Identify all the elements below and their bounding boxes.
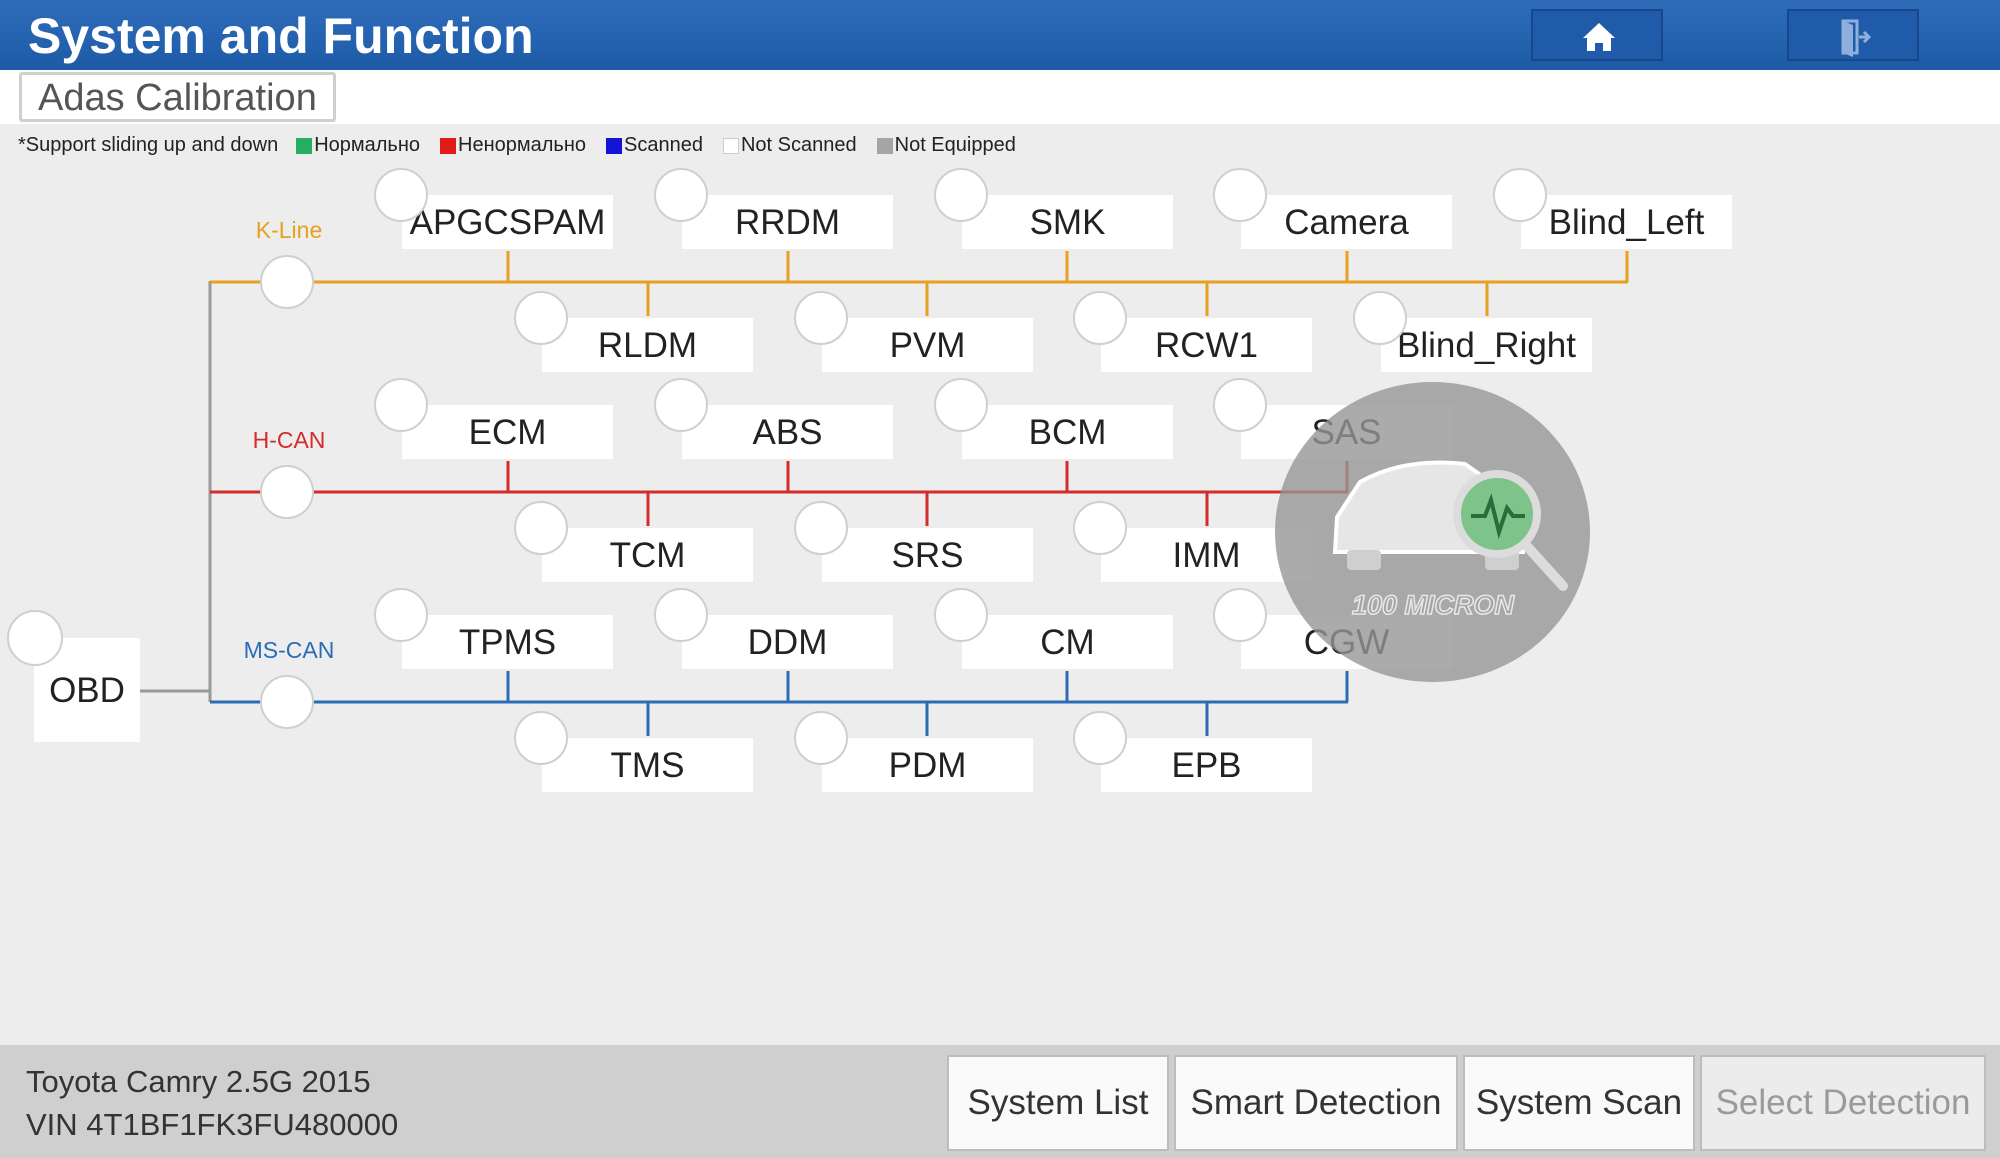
status-circle-pvm [794,291,848,345]
status-circle-rrdm [654,168,708,222]
module-ddm[interactable]: DDM [682,615,893,669]
topology-diagram: K-Line H-CAN MS-CAN OBD APGCSPAM RRDM SM… [0,0,2000,1045]
footer-bar: Toyota Camry 2.5G 2015 VIN 4T1BF1FK3FU48… [0,1045,2000,1158]
status-circle-sas [1213,378,1267,432]
status-circle-cm [934,588,988,642]
status-circle-apgcspam [374,168,428,222]
module-rldm[interactable]: RLDM [542,318,753,372]
module-cm[interactable]: CM [962,615,1173,669]
vehicle-info: Toyota Camry 2.5G 2015 VIN 4T1BF1FK3FU48… [26,1060,398,1146]
status-circle-camera [1213,168,1267,222]
status-circle-epb [1073,711,1127,765]
module-pvm[interactable]: PVM [822,318,1033,372]
watermark-overlay: 100 MICRON [1275,382,1590,682]
module-rcw1[interactable]: RCW1 [1101,318,1312,372]
system-scan-button[interactable]: System Scan [1463,1055,1695,1151]
bus-node-hcan[interactable] [260,465,314,519]
module-pdm[interactable]: PDM [822,738,1033,792]
bus-label-mscan: MS-CAN [243,637,335,663]
module-ecm[interactable]: ECM [402,405,613,459]
status-circle-ddm [654,588,708,642]
system-list-button[interactable]: System List [947,1055,1169,1151]
module-epb[interactable]: EPB [1101,738,1312,792]
module-smk[interactable]: SMK [962,195,1173,249]
module-blind-right[interactable]: Blind_Right [1381,318,1592,372]
module-rrdm[interactable]: RRDM [682,195,893,249]
obd-status-circle [7,610,63,666]
module-camera[interactable]: Camera [1241,195,1452,249]
status-circle-imm [1073,501,1127,555]
module-tms[interactable]: TMS [542,738,753,792]
bus-label-hcan: H-CAN [252,427,326,453]
vehicle-model: Toyota Camry 2.5G 2015 [26,1064,371,1099]
module-srs[interactable]: SRS [822,528,1033,582]
bus-node-kline[interactable] [260,255,314,309]
module-tpms[interactable]: TPMS [402,615,613,669]
status-circle-blind-right [1353,291,1407,345]
status-circle-ecm [374,378,428,432]
module-bcm[interactable]: BCM [962,405,1173,459]
module-blind-left[interactable]: Blind_Left [1521,195,1732,249]
vehicle-vin: VIN 4T1BF1FK3FU480000 [26,1107,399,1142]
status-circle-rcw1 [1073,291,1127,345]
watermark-text: 100 MICRON [1352,590,1515,620]
bus-node-mscan[interactable] [260,675,314,729]
bus-lines [140,251,1629,736]
module-abs[interactable]: ABS [682,405,893,459]
smart-detection-button[interactable]: Smart Detection [1174,1055,1458,1151]
bus-label-kline: K-Line [255,217,323,243]
select-detection-button[interactable]: Select Detection [1700,1055,1986,1151]
status-circle-abs [654,378,708,432]
status-circle-pdm [794,711,848,765]
status-circle-srs [794,501,848,555]
module-tcm[interactable]: TCM [542,528,753,582]
status-circle-tms [514,711,568,765]
status-circle-tpms [374,588,428,642]
module-apgcspam[interactable]: APGCSPAM [402,195,613,249]
status-circle-bcm [934,378,988,432]
car-scan-logo-icon: 100 MICRON [1332,460,1568,621]
status-circle-rldm [514,291,568,345]
status-circle-smk [934,168,988,222]
status-circle-cgw [1213,588,1267,642]
status-circle-blind-left [1493,168,1547,222]
status-circle-tcm [514,501,568,555]
